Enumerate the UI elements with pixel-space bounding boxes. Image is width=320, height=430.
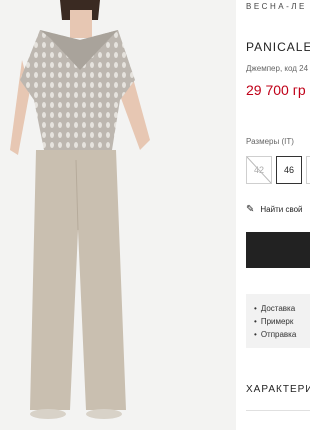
find-size-label: Найти свой xyxy=(260,205,303,214)
product-photo[interactable] xyxy=(0,0,236,430)
pencil-icon: ✎ xyxy=(246,204,255,215)
benefits-list: Доставка Примерк Отправка xyxy=(246,294,310,348)
benefit-item: Примерк xyxy=(254,315,310,328)
size-option-next[interactable] xyxy=(306,156,310,184)
size-option-42[interactable]: 42 xyxy=(246,156,272,184)
product-title: PANICALE xyxy=(246,40,310,54)
model-illustration xyxy=(10,0,150,419)
benefit-item: Доставка xyxy=(254,302,310,315)
add-to-cart-button[interactable] xyxy=(246,232,310,268)
size-option-46[interactable]: 46 xyxy=(276,156,302,184)
benefit-item: Отправка xyxy=(254,328,310,341)
product-subtitle: Джемпер, код 24 xyxy=(246,64,309,73)
sizes-label: Размеры (IT) xyxy=(246,137,294,146)
product-price: 29 700 гр xyxy=(246,82,306,98)
divider xyxy=(246,410,310,411)
product-info-panel: ВЕСНА-ЛЕ PANICALE Джемпер, код 24 29 700… xyxy=(236,0,310,430)
characteristics-heading[interactable]: ХАРАКТЕРИС xyxy=(246,384,310,395)
season-label: ВЕСНА-ЛЕ xyxy=(246,2,307,11)
find-size-link[interactable]: ✎ Найти свой xyxy=(246,204,303,215)
size-selector: 42 46 xyxy=(246,156,310,184)
